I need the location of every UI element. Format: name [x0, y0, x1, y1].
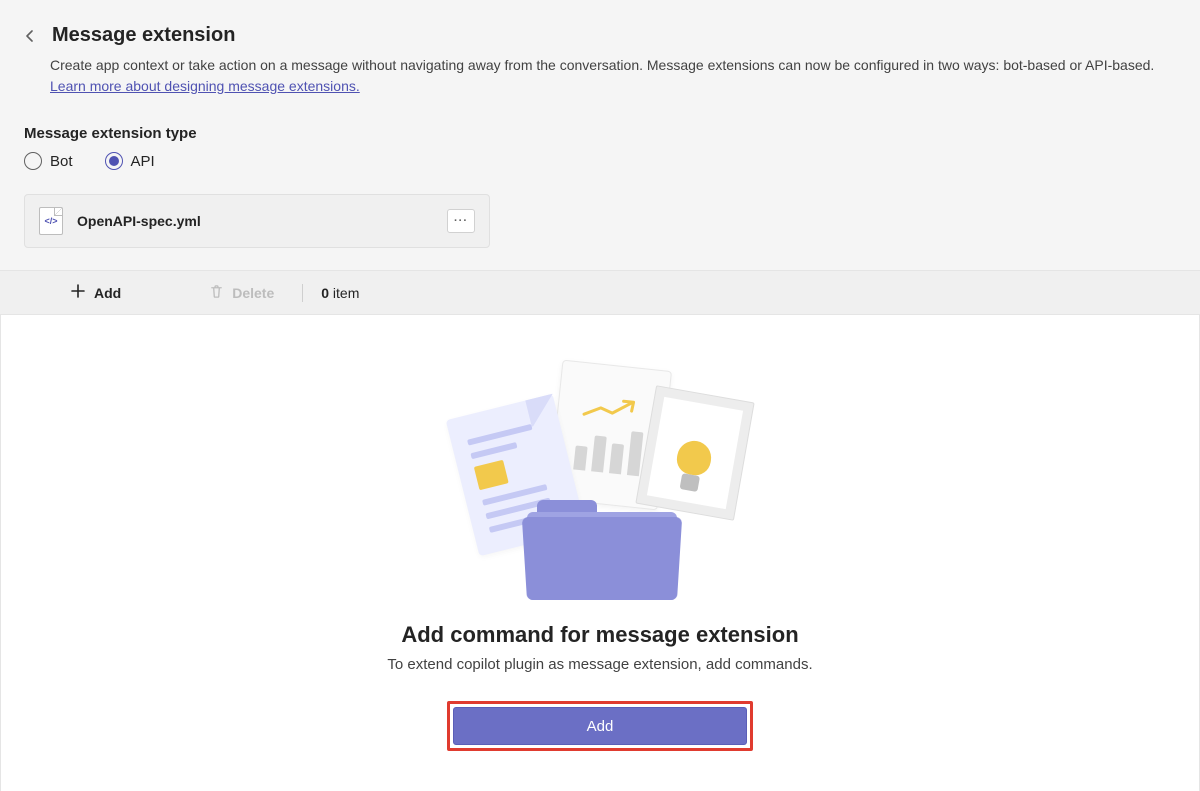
item-count: 0 item [321, 285, 359, 301]
page-description: Create app context or take action on a m… [50, 55, 1176, 97]
trash-icon [209, 284, 224, 302]
radio-api-label: API [131, 153, 155, 170]
radio-bot[interactable]: Bot [24, 152, 73, 170]
empty-state-subtitle: To extend copilot plugin as message exte… [387, 656, 812, 673]
radio-bot-label: Bot [50, 153, 73, 170]
extension-type-radio-group: Bot API [24, 152, 1176, 170]
toolbar-divider [302, 284, 303, 302]
file-code-icon: </> [39, 207, 63, 235]
radio-circle-icon [24, 152, 42, 170]
extension-type-label: Message extension type [24, 125, 1176, 142]
file-name: OpenAPI-spec.yml [77, 213, 433, 229]
back-chevron-icon[interactable] [24, 30, 36, 42]
page-title: Message extension [52, 24, 235, 47]
openapi-spec-file-card[interactable]: </> OpenAPI-spec.yml ··· [24, 194, 490, 248]
add-button-highlight: Add [447, 701, 753, 751]
plus-icon [70, 283, 86, 302]
empty-state-title: Add command for message extension [401, 622, 798, 648]
learn-more-link[interactable]: Learn more about designing message exten… [50, 78, 360, 94]
toolbar-add-button[interactable]: Add [60, 279, 131, 306]
commands-empty-panel: Add command for message extension To ext… [0, 315, 1200, 791]
add-command-button[interactable]: Add [453, 707, 747, 745]
toolbar-delete-button: Delete [199, 280, 284, 306]
empty-state-illustration [455, 365, 745, 600]
commands-toolbar: Add Delete 0 item [0, 270, 1200, 315]
radio-api[interactable]: API [105, 152, 155, 170]
radio-circle-selected-icon [105, 152, 123, 170]
file-more-button[interactable]: ··· [447, 209, 475, 233]
